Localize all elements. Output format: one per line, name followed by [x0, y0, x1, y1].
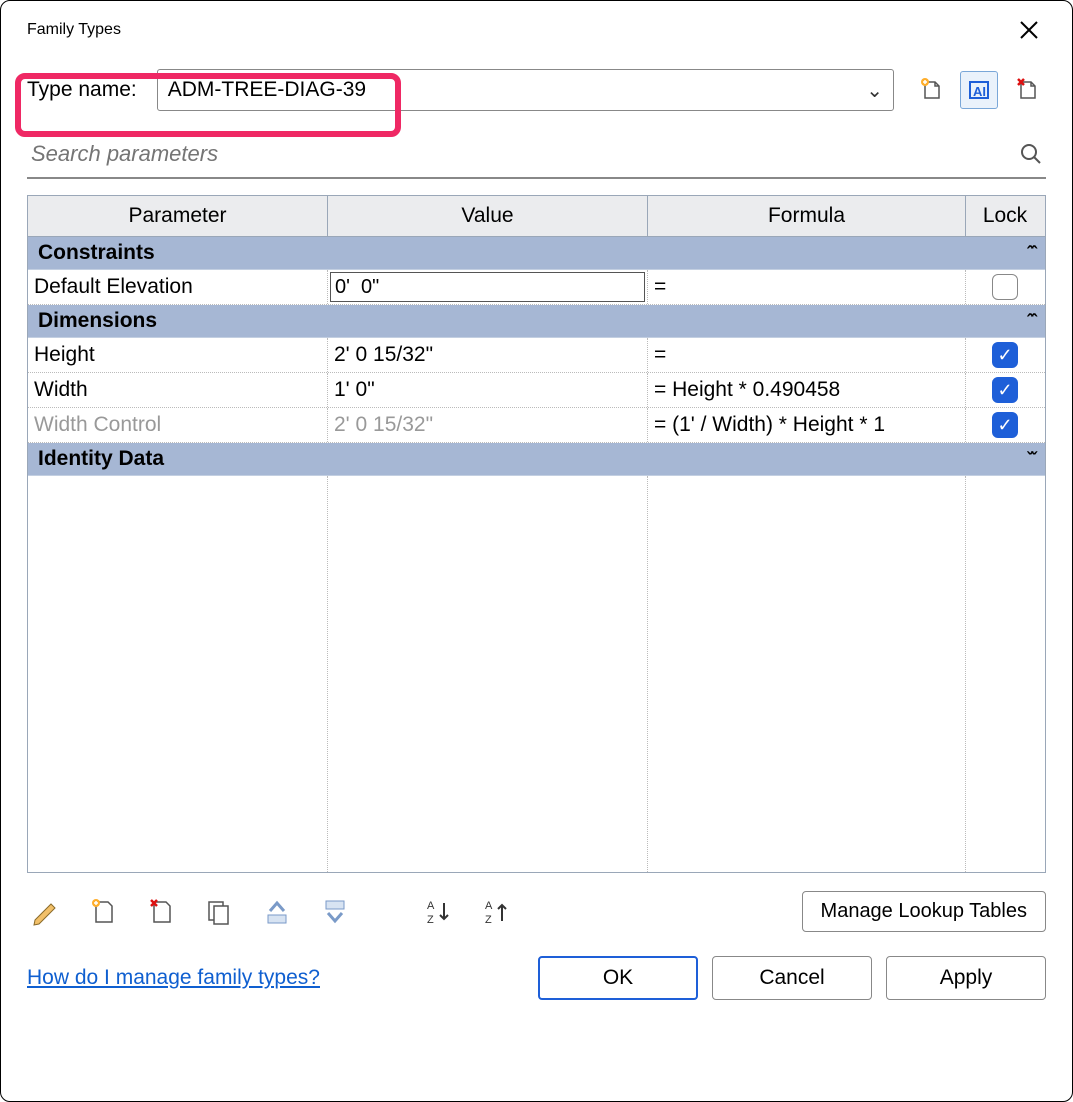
close-button[interactable]: [1008, 15, 1050, 45]
expand-down-icon: ˇˇ: [1027, 449, 1035, 470]
apply-button[interactable]: Apply: [886, 956, 1046, 1000]
group-label: Identity Data: [38, 447, 164, 471]
param-value: 2' 0 15/32": [328, 408, 648, 442]
document-new-icon: [917, 76, 945, 104]
search-box: [27, 131, 1046, 179]
svg-text:Z: Z: [485, 914, 492, 926]
svg-text:A: A: [427, 900, 435, 912]
titlebar: Family Types: [1, 1, 1072, 55]
param-value[interactable]: 1' 0": [328, 373, 648, 407]
type-name-dropdown[interactable]: ADM-TREE-DIAG-39 ⌄: [157, 69, 894, 111]
table-empty-area: [28, 476, 1045, 872]
param-formula[interactable]: = Height * 0.490458: [648, 373, 966, 407]
delete-type-button[interactable]: [1008, 71, 1046, 109]
sort-desc-button[interactable]: AZ: [479, 894, 515, 930]
dialog-footer: How do I manage family types? OK Cancel …: [1, 942, 1072, 1020]
collapse-up-icon: ˆˆ: [1027, 243, 1035, 264]
help-link[interactable]: How do I manage family types?: [27, 966, 320, 990]
document-delete-icon: [1013, 76, 1041, 104]
type-action-icons: AI: [912, 71, 1046, 109]
row-width: Width 1' 0" = Height * 0.490458 ✓: [28, 373, 1045, 408]
col-value: Value: [328, 196, 648, 236]
cancel-button[interactable]: Cancel: [712, 956, 872, 1000]
param-formula[interactable]: =: [648, 270, 966, 304]
move-up-button[interactable]: [259, 894, 295, 930]
type-name-label: Type name:: [27, 78, 137, 102]
default-elevation-input[interactable]: [330, 272, 645, 302]
copy-icon: [204, 897, 234, 927]
group-dimensions[interactable]: Dimensions ˆˆ: [28, 305, 1045, 338]
dialog-title: Family Types: [27, 21, 121, 39]
search-icon[interactable]: [1018, 141, 1044, 167]
bottom-toolbar: AZ AZ Manage Lookup Tables: [1, 873, 1072, 942]
ok-button[interactable]: OK: [538, 956, 698, 1000]
sort-asc-button[interactable]: AZ: [421, 894, 457, 930]
copy-parameter-button[interactable]: [201, 894, 237, 930]
lock-checkbox[interactable]: ✓: [992, 377, 1018, 403]
search-row: [1, 125, 1072, 185]
move-down-icon: [320, 897, 350, 927]
table-header: Parameter Value Formula Lock: [28, 196, 1045, 237]
manage-lookup-tables-button[interactable]: Manage Lookup Tables: [802, 891, 1046, 932]
move-up-icon: [262, 897, 292, 927]
collapse-up-icon: ˆˆ: [1027, 311, 1035, 332]
document-new-icon: [88, 897, 118, 927]
delete-parameter-button[interactable]: [143, 894, 179, 930]
param-value-cell: [328, 270, 648, 304]
row-width-control: Width Control 2' 0 15/32" = (1' / Width)…: [28, 408, 1045, 443]
family-types-dialog: Family Types Type name: ADM-TREE-DIAG-39…: [0, 0, 1073, 1102]
lock-checkbox[interactable]: ✓: [992, 412, 1018, 438]
new-parameter-button[interactable]: [85, 894, 121, 930]
group-label: Constraints: [38, 241, 155, 265]
type-name-row: Type name: ADM-TREE-DIAG-39 ⌄ AI: [1, 55, 1072, 125]
group-label: Dimensions: [38, 309, 157, 333]
rename-type-button[interactable]: AI: [960, 71, 998, 109]
col-lock: Lock: [966, 196, 1044, 236]
parameters-table: Parameter Value Formula Lock Constraints…: [1, 185, 1072, 873]
row-default-elevation: Default Elevation =: [28, 270, 1045, 305]
lock-checkbox[interactable]: ✓: [992, 342, 1018, 368]
row-height: Height 2' 0 15/32" = ✓: [28, 338, 1045, 373]
param-name: Height: [28, 338, 328, 372]
param-name: Width Control: [28, 408, 328, 442]
group-identity-data[interactable]: Identity Data ˇˇ: [28, 443, 1045, 476]
sort-asc-icon: AZ: [424, 897, 454, 927]
document-delete-icon: [146, 897, 176, 927]
new-type-button[interactable]: [912, 71, 950, 109]
param-formula[interactable]: = (1' / Width) * Height * 1: [648, 408, 966, 442]
sort-desc-icon: AZ: [482, 897, 512, 927]
svg-text:AI: AI: [973, 84, 986, 99]
lock-checkbox[interactable]: [992, 274, 1018, 300]
svg-text:A: A: [485, 900, 493, 912]
col-parameter: Parameter: [28, 196, 328, 236]
move-down-button[interactable]: [317, 894, 353, 930]
pencil-icon: [30, 897, 60, 927]
col-formula: Formula: [648, 196, 966, 236]
chevron-down-icon: ⌄: [866, 78, 883, 103]
close-icon: [1018, 19, 1040, 41]
param-name: Default Elevation: [28, 270, 328, 304]
param-name: Width: [28, 373, 328, 407]
param-formula[interactable]: =: [648, 338, 966, 372]
group-constraints[interactable]: Constraints ˆˆ: [28, 237, 1045, 270]
param-value[interactable]: 2' 0 15/32": [328, 338, 648, 372]
edit-parameter-button[interactable]: [27, 894, 63, 930]
type-name-value: ADM-TREE-DIAG-39: [168, 78, 366, 102]
search-input[interactable]: [29, 135, 1018, 173]
rename-icon: AI: [965, 76, 993, 104]
svg-text:Z: Z: [427, 914, 434, 926]
